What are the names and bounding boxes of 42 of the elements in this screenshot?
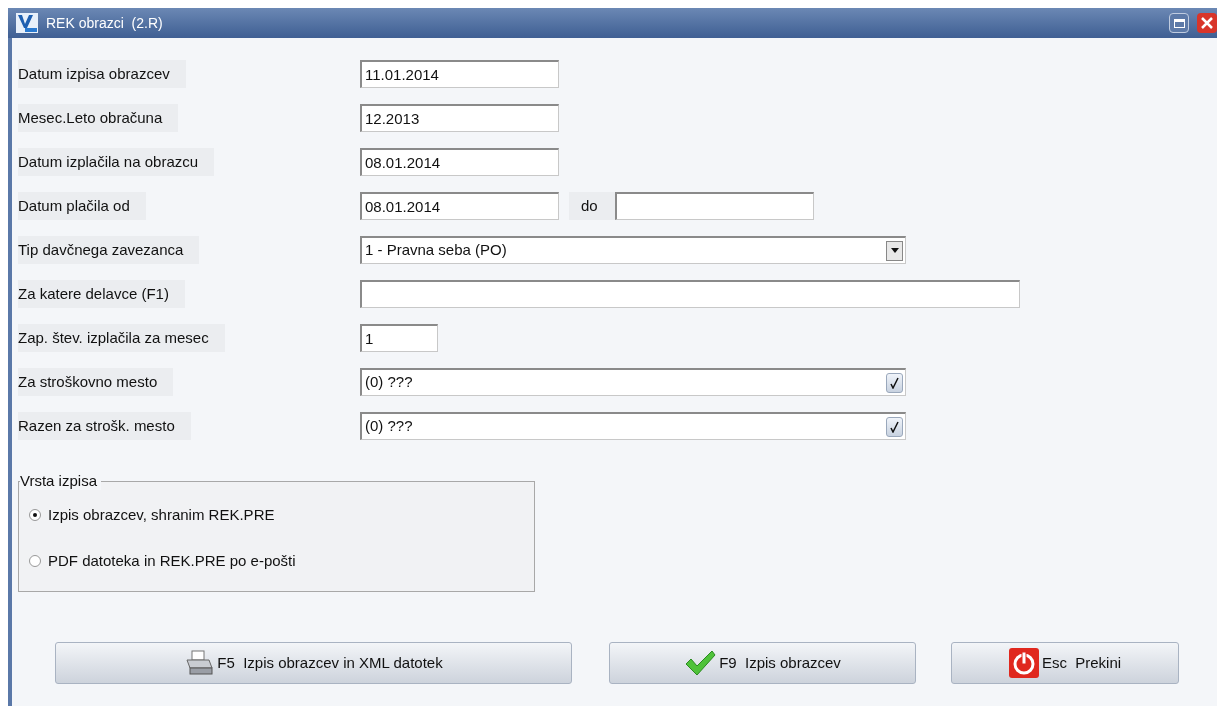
- field-label: Za stroškovno mesto: [18, 367, 174, 397]
- dropdown[interactable]: 1 - Pravna seba (PO): [360, 236, 906, 264]
- field-label: Datum plačila od: [18, 191, 146, 221]
- field-label: do: [569, 191, 615, 221]
- input-field[interactable]: 08.01.2014: [360, 192, 559, 220]
- action-button[interactable]: F9 Izpis obrazcev: [609, 642, 916, 684]
- check-icon: [890, 376, 899, 389]
- action-button[interactable]: F5 Izpis obrazcev in XML datotek: [55, 642, 572, 684]
- option-label: PDF datoteka in REK.PRE po e-pošti: [48, 550, 296, 571]
- field-label: Zap. štev. izplačila za mesec: [18, 323, 225, 353]
- checkmark-icon: [684, 649, 717, 677]
- input-field[interactable]: [360, 280, 1020, 308]
- power-icon: [1008, 648, 1039, 678]
- input-field[interactable]: 11.01.2014: [360, 60, 559, 88]
- lookup-field[interactable]: (0) ???: [360, 412, 906, 440]
- field-label: Mesec.Leto obračuna: [18, 103, 179, 133]
- maximize-button[interactable]: [1169, 13, 1189, 33]
- field-label: Datum izplačila na obrazcu: [18, 147, 215, 177]
- input-field[interactable]: [615, 192, 814, 220]
- caret-icon: [890, 248, 899, 253]
- field-label: Tip davčnega zavezanca: [18, 235, 200, 265]
- field-label: Za katere delavce (F1): [18, 279, 185, 309]
- radio-button[interactable]: [29, 555, 41, 567]
- window-title: REK obrazci (2.R): [46, 13, 164, 33]
- lookup-button[interactable]: [886, 372, 903, 393]
- option-label: Izpis obrazcev, shranim REK.PRE: [48, 504, 275, 525]
- check-icon: [890, 420, 899, 433]
- radio-button[interactable]: [29, 509, 41, 521]
- close-icon: [1201, 17, 1213, 29]
- close-button[interactable]: [1197, 13, 1217, 33]
- field-label: Datum izpisa obrazcev: [18, 59, 186, 89]
- action-button[interactable]: Esc Prekini: [951, 642, 1179, 684]
- printer-icon: [184, 650, 215, 676]
- group-title: Vrsta izpisa: [20, 472, 101, 490]
- input-field[interactable]: 1: [360, 324, 438, 352]
- app-logo-icon: [16, 13, 38, 33]
- field-label: Razen za strošk. mesto: [18, 411, 191, 441]
- lookup-field[interactable]: (0) ???: [360, 368, 906, 396]
- dropdown-button[interactable]: [886, 240, 903, 261]
- lookup-button[interactable]: [886, 416, 903, 437]
- input-field[interactable]: 12.2013: [360, 104, 559, 132]
- input-field[interactable]: 08.01.2014: [360, 148, 559, 176]
